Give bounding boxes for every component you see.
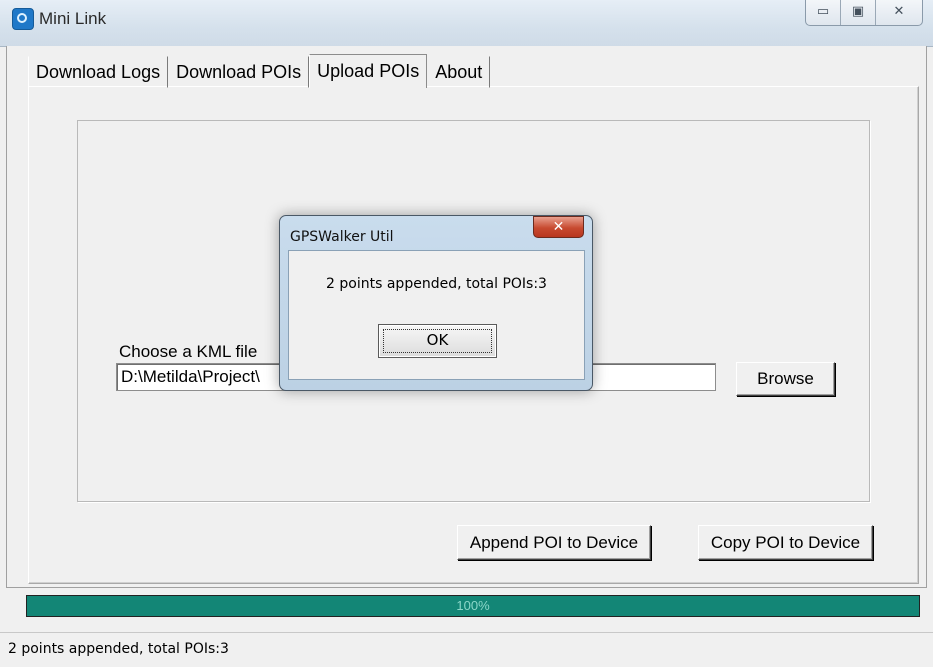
close-icon: ✕ xyxy=(893,4,905,19)
dialog-message: 2 points appended, total POIs:3 xyxy=(326,276,547,292)
progress-bar: 100% xyxy=(26,595,920,617)
progress-text: 100% xyxy=(456,598,490,613)
tab-about[interactable]: About xyxy=(427,56,491,88)
tab-strip: Download Logs Download POIs Upload POIs … xyxy=(28,54,491,88)
dialog-ok-button[interactable]: OK xyxy=(378,324,497,358)
append-poi-button[interactable]: Append POI to Device xyxy=(457,525,651,560)
dialog-body xyxy=(288,250,585,380)
browse-button[interactable]: Browse xyxy=(736,362,835,396)
maximize-icon: ▣ xyxy=(851,4,865,19)
window-controls: ▭ ▣ ✕ xyxy=(805,0,923,26)
window-title: Mini Link xyxy=(39,9,107,28)
tab-download-logs[interactable]: Download Logs xyxy=(28,56,169,88)
copy-poi-button[interactable]: Copy POI to Device xyxy=(698,525,873,560)
title-bar xyxy=(0,0,933,47)
minimize-icon: ▭ xyxy=(816,4,830,19)
tab-upload-pois[interactable]: Upload POIs xyxy=(309,54,428,88)
dialog-title: GPSWalker Util xyxy=(290,229,394,245)
close-button[interactable]: ✕ xyxy=(875,0,922,25)
maximize-button[interactable]: ▣ xyxy=(840,0,875,25)
app-icon xyxy=(12,8,34,30)
status-text: 2 points appended, total POIs:3 xyxy=(8,641,229,657)
close-icon: ✕ xyxy=(552,219,565,235)
tab-download-pois[interactable]: Download POIs xyxy=(168,56,310,88)
minimize-button[interactable]: ▭ xyxy=(806,0,840,25)
dialog-close-button[interactable]: ✕ xyxy=(533,216,584,238)
kml-file-label: Choose a KML file xyxy=(119,342,258,361)
